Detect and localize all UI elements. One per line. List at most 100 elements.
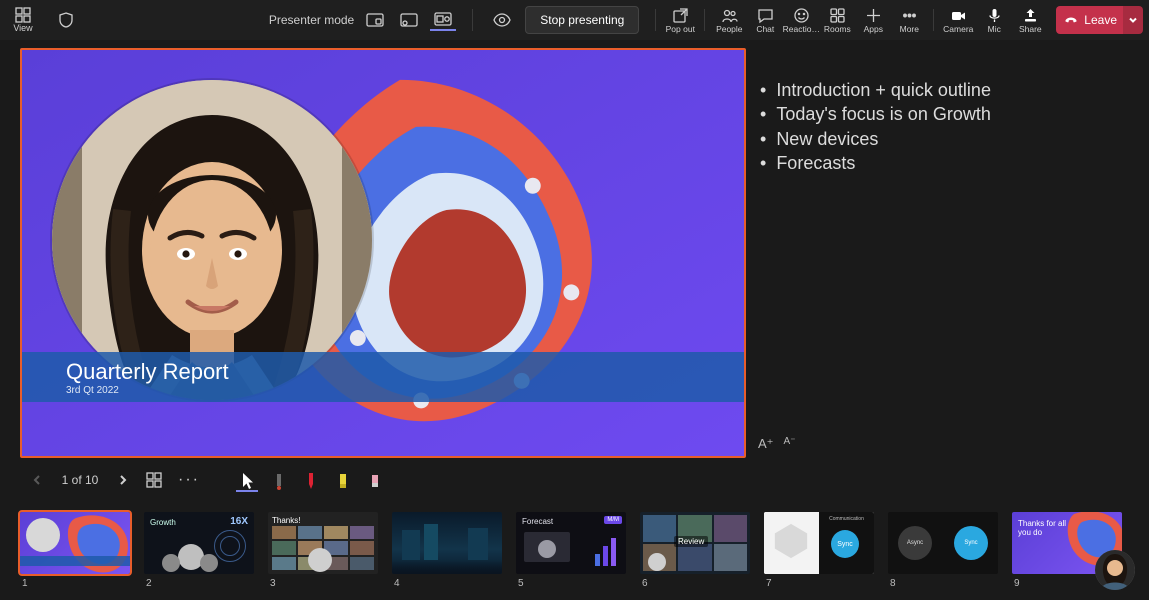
thumb-number: 1 [20,578,130,589]
presenter-mode-group: Presenter mode [269,9,456,31]
reactions-button[interactable]: Reactio… [783,0,819,40]
thumbnail-3[interactable]: Thanks! 3 [268,512,378,589]
note-item: Introduction + quick outline [760,78,1131,102]
self-view-avatar[interactable] [1095,550,1135,590]
presenter-mode-label: Presenter mode [269,13,354,27]
eraser-button[interactable] [364,468,386,492]
presenter-mode-standout[interactable] [396,9,422,31]
hangup-icon [1064,13,1078,27]
camera-label: Camera [943,24,973,34]
mic-button[interactable]: Mic [976,0,1012,40]
chevron-down-icon [1128,15,1138,25]
private-view-button[interactable] [489,7,515,33]
thumbnail-7[interactable]: Communication Sync 7 [764,512,874,589]
slide-title: Quarterly Report [66,359,744,385]
thumbnail-8[interactable]: Async Sync 8 [888,512,998,589]
note-item: New devices [760,127,1131,151]
share-button[interactable]: Share [1012,0,1048,40]
topbar-left: View [6,7,78,33]
prev-slide-button[interactable] [26,469,48,491]
camera-button[interactable]: Camera [940,0,976,40]
standout-icon [400,13,418,27]
more-label: More [900,24,919,34]
share-label: Share [1019,24,1042,34]
chat-button[interactable]: Chat [747,0,783,40]
grid-view-button[interactable] [144,470,164,490]
thumbnail-1[interactable]: 1 [20,512,130,589]
pen-icon [304,472,318,490]
view-button[interactable]: View [6,7,40,33]
slide-toolbar: 1 of 10 ··· [0,460,1149,500]
thumb-number: 2 [144,578,254,589]
people-button[interactable]: People [711,0,747,40]
view-label: View [13,23,32,33]
leave-options-button[interactable] [1123,6,1143,34]
apps-icon [865,7,882,24]
chevron-left-icon [31,474,43,486]
thumbnail-6[interactable]: Review 6 [640,512,750,589]
apps-button[interactable]: Apps [855,0,891,40]
highlighter-icon [336,472,350,490]
thumb-badge: M/M [604,516,622,524]
more-button[interactable]: More [891,0,927,40]
more-icon [901,7,918,24]
eraser-icon [368,472,382,490]
font-decrease-button[interactable]: A⁻ [784,436,796,452]
thumb-title: Forecast [522,517,553,526]
topbar-right: Pop out People Chat Reactio… Rooms Apps … [662,0,1143,40]
thumb-title: Async [907,540,923,546]
cursor-tool-button[interactable] [236,468,258,492]
stop-presenting-button[interactable]: Stop presenting [525,6,639,34]
thumb-title: Growth [150,518,176,527]
thumb-number: 3 [268,578,378,589]
share-icon [1022,7,1039,24]
chat-label: Chat [756,24,774,34]
laser-tool-button[interactable] [268,468,290,492]
grid-icon [15,7,31,23]
slide-title-banner: Quarterly Report 3rd Qt 2022 [22,352,744,402]
rooms-icon [829,7,846,24]
pop-out-button[interactable]: Pop out [662,0,698,40]
highlighter-yellow-button[interactable] [332,468,354,492]
thumbnail-5[interactable]: Forecast M/M 5 [516,512,626,589]
thumb-number: 4 [392,578,502,589]
reactions-icon [793,7,810,24]
privacy-shield-button[interactable] [54,12,78,28]
presenter-stage: Quarterly Report 3rd Qt 2022 Introductio… [0,40,1149,460]
thumb-number: 6 [640,578,750,589]
shared-slide[interactable]: Quarterly Report 3rd Qt 2022 [20,48,746,458]
people-label: People [716,24,742,34]
avatar-icon [1095,550,1135,590]
divider [655,9,656,31]
chat-icon [757,7,774,24]
reactions-label: Reactio… [783,24,820,34]
presenter-mode-content-only[interactable] [362,9,388,31]
thumb-number: 7 [764,578,874,589]
eye-icon [493,11,511,29]
next-slide-button[interactable] [112,469,134,491]
pen-red-button[interactable] [300,468,322,492]
apps-label: Apps [864,24,883,34]
people-icon [721,7,738,24]
camera-icon [950,7,967,24]
font-increase-button[interactable]: A⁺ [758,436,774,452]
grid-icon [146,472,162,488]
leave-button[interactable]: Leave [1056,6,1127,34]
rooms-button[interactable]: Rooms [819,0,855,40]
presenter-mode-side-by-side[interactable] [430,9,456,31]
thumb-title: Thanks! [272,516,300,525]
chevron-right-icon [117,474,129,486]
slide-more-button[interactable]: ··· [174,471,204,489]
side-by-side-icon [434,12,452,26]
leave-label: Leave [1084,13,1117,27]
slide-subtitle: 3rd Qt 2022 [66,385,744,396]
notes-font-controls: A⁺ A⁻ [758,436,796,452]
thumbnail-2[interactable]: Growth 16X 2 [144,512,254,589]
note-item: Forecasts [760,151,1131,175]
thumbnail-4[interactable]: 4 [392,512,502,589]
laser-icon [272,472,286,490]
content-only-icon [366,13,384,27]
divider [933,9,934,31]
cursor-icon [240,472,254,490]
thumb-number: 8 [888,578,998,589]
